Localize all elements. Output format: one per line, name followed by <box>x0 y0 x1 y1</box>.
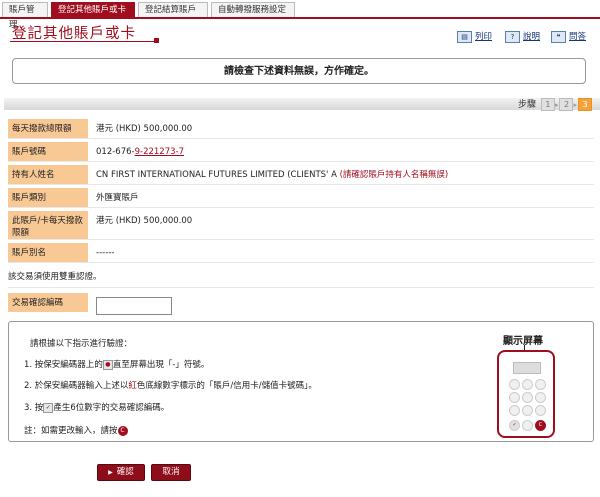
row-holder-name: 持有人姓名 CN FIRST INTERNATIONAL FUTURES LIM… <box>8 165 594 184</box>
row-card-daily-limit: 此賬戶/卡每天撥款限額 港元 (HKD) 500,000.00 <box>8 211 594 239</box>
confirm-button[interactable]: ▶ 確認 <box>97 464 145 481</box>
steps-bar: 步驟 1 ▸ 2 ▸ 3 <box>4 98 600 111</box>
step-3-current: 3 <box>578 98 592 111</box>
print-icon: ▤ <box>457 30 472 43</box>
device-screen-label: 顯示屏幕 <box>503 336 543 347</box>
steps-label: 步驟 <box>517 100 536 110</box>
field-value: CN FIRST INTERNATIONAL FUTURES LIMITED (… <box>96 170 449 180</box>
instruction-step-3: 3. 按 ✓ 產生6位數字的交易確認編碼。 <box>24 402 170 413</box>
row-account-number: 賬戶號碼 012-676-9-221273-7 <box>8 142 594 161</box>
field-label: 持有人姓名 <box>8 165 88 184</box>
field-value: 港元 (HKD) 500,000.00 <box>96 124 193 134</box>
faq-link[interactable]: ❝ 問答 <box>551 30 586 43</box>
field-label: 此賬戶/卡每天撥款限額 <box>8 211 88 239</box>
step-1: 1 <box>540 98 555 111</box>
tab-register-other-account[interactable]: 登記其他賬戶或卡 <box>51 2 135 17</box>
instruction-step-1: 1. 按保安編碼器上的 ● 直至屏幕出現「-」符號。 <box>24 359 210 370</box>
step-2: 2 <box>559 98 574 111</box>
name-warning: (請確認賬戶持有人名稱無誤) <box>339 170 449 180</box>
instruction-step-2: 2. 於保安編碼器輸入上述以紅色底線數字標示的「賬戶/信用卡/儲值卡號碼」。 <box>24 381 317 391</box>
toolbar: ▤ 列印 ? 說明 ❝ 問答 <box>457 30 592 44</box>
token-screen <box>513 362 541 374</box>
tab-bar: 賬戶管理 登記其他賬戶或卡 登記結算賬戶 自動轉撥服務設定 <box>0 0 600 30</box>
page-title: 登記其他賬戶或卡 <box>12 26 136 42</box>
field-value: ------ <box>96 248 115 258</box>
field-value: 外匯寶賬戶 <box>96 193 139 203</box>
play-icon: ▶ <box>108 469 113 476</box>
security-token-illustration: ✓ C <box>497 350 555 438</box>
ok-button-icon: ✓ <box>43 402 54 413</box>
help-link[interactable]: ? 說明 <box>505 30 540 43</box>
row-account-alias: 賬戶別名 ------ <box>8 243 594 262</box>
row-daily-total-limit: 每天撥款總限額 港元 (HKD) 500,000.00 <box>8 119 594 138</box>
print-link[interactable]: ▤ 列印 <box>457 30 492 43</box>
account-number-highlight: 9-221273-7 <box>134 147 184 157</box>
tab-auto-transfer-settings[interactable]: 自動轉撥服務設定 <box>211 2 295 17</box>
cancel-button[interactable]: 取消 <box>151 464 191 481</box>
clear-button-icon: C <box>117 425 128 436</box>
confirmation-notice: 請檢查下述資料無誤，方作確定。 <box>12 58 586 84</box>
help-icon: ? <box>505 30 520 43</box>
two-factor-note: 該交易須使用雙重認證。 <box>8 272 102 282</box>
row-account-type: 賬戶類別 外匯寶賬戶 <box>8 188 594 207</box>
instruction-note: 註：如需更改輸入，請按 C <box>24 424 128 436</box>
field-value: 港元 (HKD) 500,000.00 <box>96 216 193 226</box>
confirm-code-input[interactable] <box>96 297 172 315</box>
field-label: 賬戶號碼 <box>8 142 88 161</box>
field-label: 賬戶別名 <box>8 243 88 262</box>
power-button-icon: ● <box>102 359 113 370</box>
faq-icon: ❝ <box>551 30 566 43</box>
instructions-heading: 請根據以下指示進行驗證： <box>30 339 133 349</box>
tab-register-settlement-account[interactable]: 登記結算賬戶 <box>138 2 208 17</box>
tab-account-management[interactable]: 賬戶管理 <box>2 2 48 30</box>
title-marker <box>154 38 159 43</box>
step-indicator: 步驟 1 ▸ 2 ▸ 3 <box>517 98 592 111</box>
field-label: 每天撥款總限額 <box>8 119 88 138</box>
title-underline <box>10 41 158 42</box>
field-label: 賬戶類別 <box>8 188 88 207</box>
field-value: 012-676-9-221273-7 <box>96 147 184 157</box>
field-label: 交易確認編碼 <box>8 293 88 312</box>
